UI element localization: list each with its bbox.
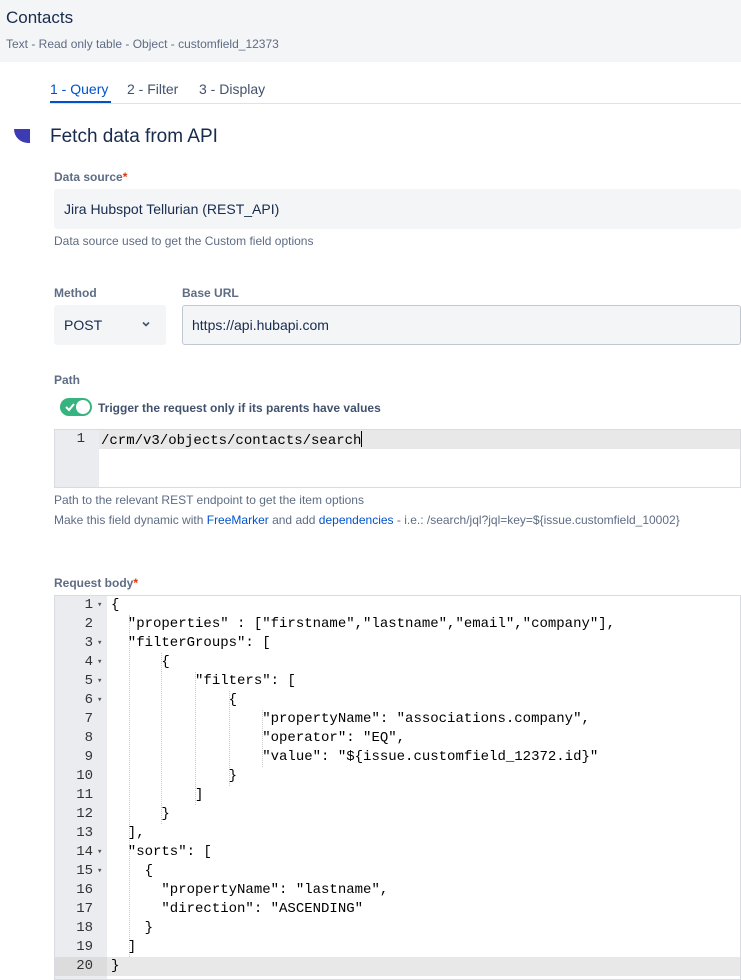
active-tab-indicator xyxy=(50,101,111,103)
line-number: 10 xyxy=(76,768,93,784)
tab-query[interactable]: 1 - Query xyxy=(50,81,108,97)
data-source-help: Data source used to get the Custom field… xyxy=(54,234,314,248)
line-number: 6 xyxy=(84,692,93,708)
line-number: 17 xyxy=(76,901,93,917)
line-number: 13 xyxy=(76,825,93,841)
code-line: } xyxy=(111,806,170,822)
method-select[interactable]: POST xyxy=(54,305,166,345)
fold-arrow-icon[interactable]: ▾ xyxy=(97,847,102,857)
line-number: 16 xyxy=(76,882,93,898)
code-line: "filterGroups": [ xyxy=(111,635,271,651)
fold-arrow-icon[interactable]: ▾ xyxy=(97,866,102,876)
code-line: { xyxy=(111,692,238,708)
line-number: 9 xyxy=(84,749,93,765)
path-code-line: /crm/v3/objects/contacts/search xyxy=(101,431,363,449)
active-line-highlight xyxy=(107,957,740,976)
line-number: 12 xyxy=(76,806,93,822)
data-source-label: Data source* xyxy=(54,170,128,184)
trigger-toggle[interactable] xyxy=(60,398,92,416)
request-body-code-editor[interactable]: 1 ▾ {2 "properties" : ["firstname","lastna… xyxy=(54,595,741,980)
fold-arrow-icon[interactable]: ▾ xyxy=(97,695,102,705)
code-line: "propertyName": "associations.company", xyxy=(111,711,590,727)
code-line: "operator": "EQ", xyxy=(111,730,406,746)
line-number: 1 xyxy=(76,431,85,447)
code-line: "properties" : ["firstname","lastname","… xyxy=(111,616,616,632)
toggle-knob xyxy=(76,400,90,414)
fold-arrow-icon[interactable]: ▾ xyxy=(97,638,102,648)
code-line: } xyxy=(111,958,120,974)
path-code-editor[interactable]: 1 /crm/v3/objects/contacts/search xyxy=(54,429,741,488)
code-line: "value": "${issue.customfield_12372.id}" xyxy=(111,749,599,765)
path-help: Path to the relevant REST endpoint to ge… xyxy=(54,493,364,507)
line-number: 5 xyxy=(84,673,93,689)
page-title: Contacts xyxy=(6,8,74,27)
base-url-input[interactable]: https://api.hubapi.com xyxy=(182,305,741,345)
line-number: 14 xyxy=(76,844,93,860)
code-line: ] xyxy=(111,939,137,955)
data-source-value: Jira Hubspot Tellurian (REST_API) xyxy=(64,201,280,217)
required-marker: * xyxy=(122,170,128,184)
freemarker-link[interactable]: FreeMarker xyxy=(207,513,269,527)
line-number: 20 xyxy=(76,958,93,974)
fold-arrow-icon[interactable]: ▾ xyxy=(97,676,102,686)
code-line: "sorts": [ xyxy=(111,844,212,860)
tab-bar: 1 - Query 2 - Filter 3 - Display xyxy=(50,80,741,104)
check-icon xyxy=(65,403,75,412)
page-subtitle: Text - Read only table - Object - custom… xyxy=(6,37,279,51)
section-marker-icon xyxy=(14,129,30,143)
line-number: 11 xyxy=(76,787,93,803)
line-number: 2 xyxy=(84,616,93,632)
line-number: 8 xyxy=(84,730,93,746)
method-value: POST xyxy=(64,317,103,333)
code-line: } xyxy=(111,768,238,784)
code-line: ] xyxy=(111,787,204,803)
line-number: 18 xyxy=(76,920,93,936)
required-marker: * xyxy=(133,576,139,590)
section-title: Fetch data from API xyxy=(50,126,218,147)
code-line: "direction": "ASCENDING" xyxy=(111,901,364,917)
line-number: 7 xyxy=(84,711,93,727)
code-line: "filters": [ xyxy=(111,673,296,689)
tab-filter[interactable]: 2 - Filter xyxy=(127,81,178,97)
line-number: 1 xyxy=(84,597,93,613)
chevron-down-icon xyxy=(142,321,150,327)
code-line: ], xyxy=(111,825,145,841)
path-help-dynamic: Make this field dynamic with FreeMarker … xyxy=(54,513,680,527)
line-number: 4 xyxy=(84,654,93,670)
method-label: Method xyxy=(54,286,97,300)
line-number: 15 xyxy=(76,863,93,879)
request-body-label: Request body* xyxy=(54,576,139,590)
editor-gutter: 1 xyxy=(55,430,99,487)
code-line: { xyxy=(111,597,120,613)
fold-arrow-icon[interactable]: ▾ xyxy=(97,600,102,610)
base-url-label: Base URL xyxy=(182,286,239,300)
line-number: 3 xyxy=(84,635,93,651)
code-line: "propertyName": "lastname", xyxy=(111,882,389,898)
base-url-value: https://api.hubapi.com xyxy=(192,317,329,333)
data-source-select[interactable]: Jira Hubspot Tellurian (REST_API) xyxy=(54,189,741,229)
tab-display[interactable]: 3 - Display xyxy=(199,81,265,97)
code-line: { xyxy=(111,863,154,879)
line-number: 19 xyxy=(76,939,93,955)
trigger-toggle-label: Trigger the request only if its parents … xyxy=(98,401,381,415)
fold-arrow-icon[interactable]: ▾ xyxy=(97,657,102,667)
page-header: Contacts Text - Read only table - Object… xyxy=(0,0,741,62)
dependencies-link[interactable]: dependencies xyxy=(319,513,394,527)
text-cursor xyxy=(361,431,363,447)
code-line: } xyxy=(111,920,154,936)
code-line: { xyxy=(111,654,170,670)
path-label: Path xyxy=(54,373,81,387)
